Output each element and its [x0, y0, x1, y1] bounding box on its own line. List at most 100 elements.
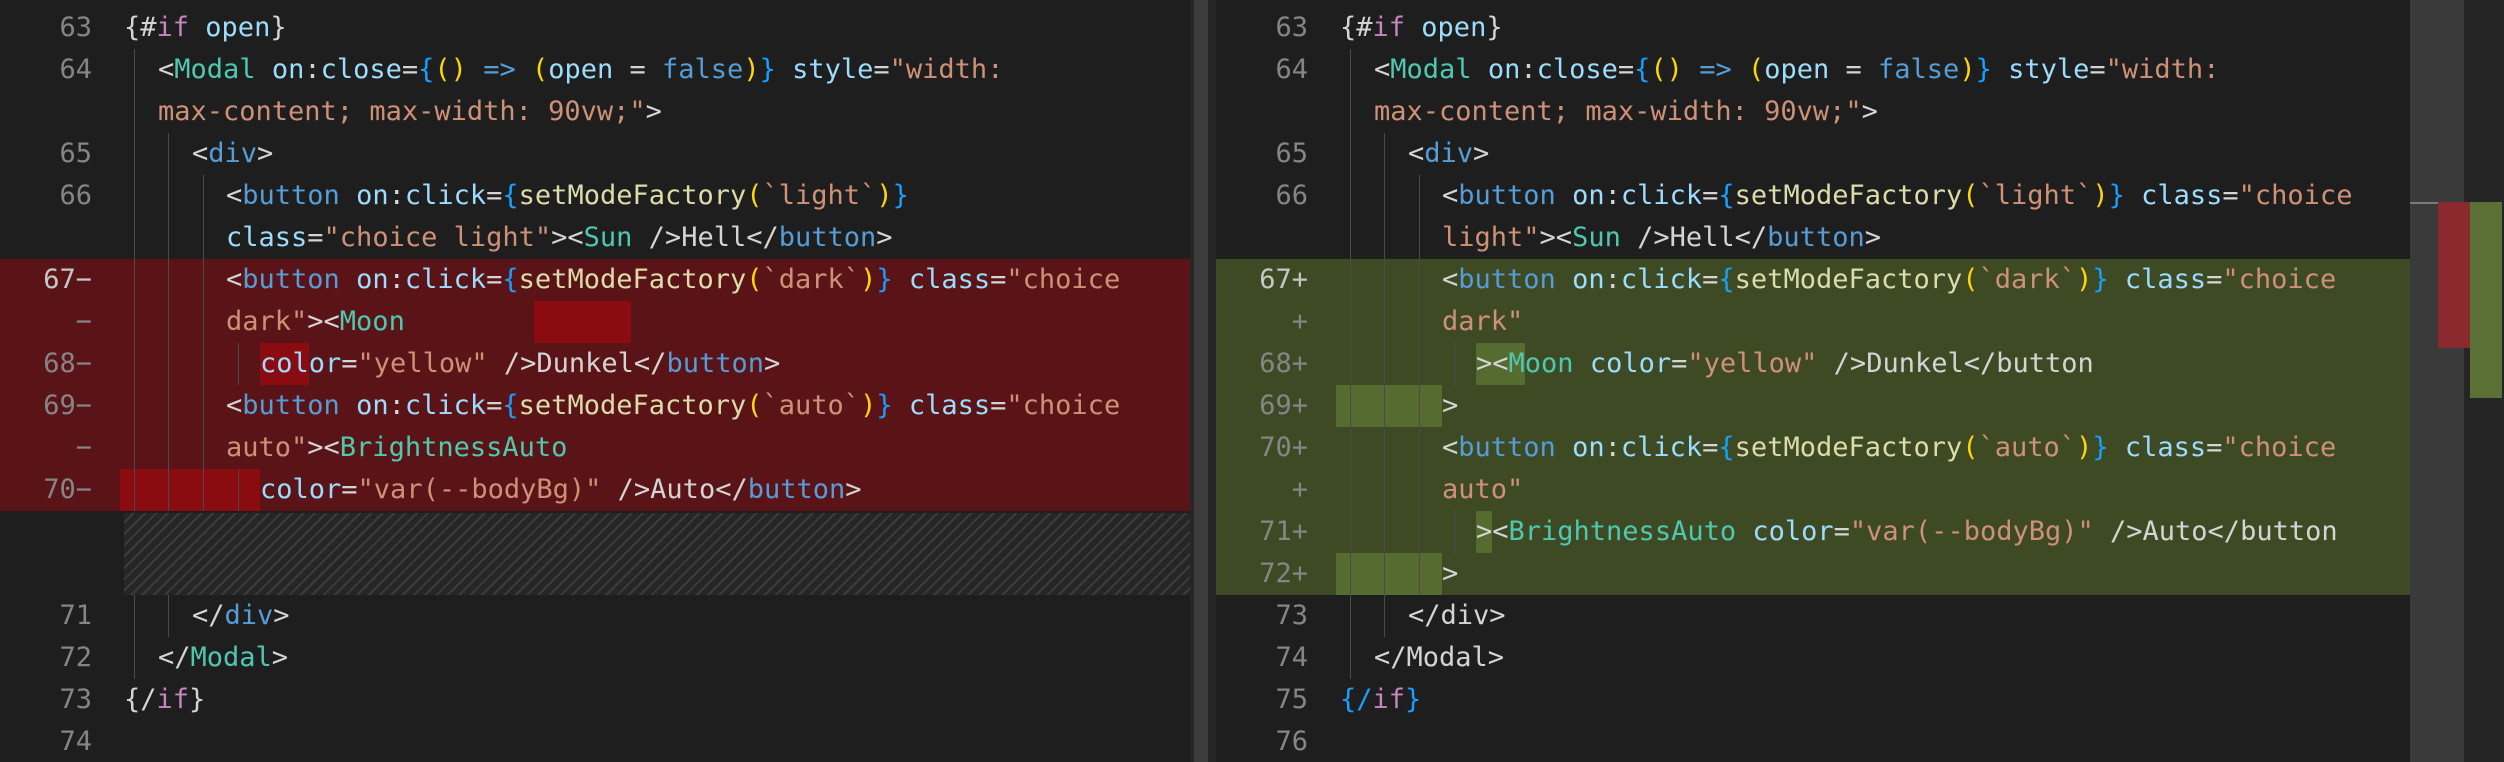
code-text[interactable]: <button on:click={setModeFactory(`dark`)…: [1442, 259, 2336, 301]
code-token: (: [1731, 54, 1765, 85]
diff-line[interactable]: 67+ <button on:click={setModeFactory(`dar…: [1216, 259, 2410, 301]
code-token: on: [356, 264, 389, 295]
code-text[interactable]: dark"><Moon: [226, 301, 405, 343]
code-token: color: [260, 348, 342, 379]
diff-line[interactable]: 72 </Modal>: [0, 637, 1190, 679]
diff-line[interactable]: 70− color="var(--bodyBg)" />Auto</button>: [0, 469, 1190, 511]
diff-line[interactable]: − auto"><BrightnessAuto: [0, 427, 1190, 469]
line-number: 71+: [1259, 516, 1308, 547]
code-text[interactable]: <div>: [192, 133, 273, 175]
code-text[interactable]: <button on:click={setModeFactory(`light`…: [1442, 175, 2352, 217]
code-text[interactable]: <div>: [1408, 133, 1489, 175]
overview-ruler[interactable]: [2410, 0, 2504, 762]
splitter-handle[interactable]: [1194, 0, 1208, 762]
code-token: open: [1764, 54, 1830, 85]
diff-line[interactable]: max-content; max-width: 90vw;">: [1216, 91, 2410, 133]
code-text[interactable]: {/if}: [124, 679, 205, 721]
diff-line[interactable]: 74: [0, 721, 1190, 762]
code-text[interactable]: auto"><BrightnessAuto: [226, 427, 567, 469]
diff-line[interactable]: 69+ >: [1216, 385, 2410, 427]
code-token: "var(--bodyBg)": [357, 474, 602, 505]
code-text[interactable]: </Modal>: [158, 637, 288, 679]
diff-line[interactable]: − dark"><Moon: [0, 301, 1190, 343]
diff-line[interactable]: light"><Sun />Hell</button>: [1216, 217, 2410, 259]
code-token: =: [2206, 264, 2223, 295]
diff-line[interactable]: + dark": [1216, 301, 2410, 343]
code-text[interactable]: {#if open}: [1340, 7, 1503, 49]
code-text[interactable]: >: [1442, 553, 1458, 595]
diff-line[interactable]: 72+ >: [1216, 553, 2410, 595]
original-editor-pane[interactable]: 63 {#if open} 64 <Modal on:close={() => (op…: [0, 0, 1190, 762]
diff-line[interactable]: 75 {/if}: [1216, 679, 2410, 721]
code-text[interactable]: ><BrightnessAuto color="var(--bodyBg)" /…: [1476, 511, 2338, 553]
code-token: </div>: [1408, 600, 1506, 631]
line-number: 74: [59, 726, 92, 757]
code-token: ><: [307, 432, 340, 463]
diff-line[interactable]: 65 <div>: [0, 133, 1190, 175]
diff-line[interactable]: 73 {/if}: [0, 679, 1190, 721]
diff-line[interactable]: 67− <button on:click={setModeFactory(`dar…: [0, 259, 1190, 301]
code-text[interactable]: {/if}: [1340, 679, 1421, 721]
code-token: </: [633, 348, 667, 379]
diff-line[interactable]: 68− color="yellow" />Dunkel</button>: [0, 343, 1190, 385]
diff-line[interactable]: 65 <div>: [1216, 133, 2410, 175]
diff-line[interactable]: 68+ ><Moon color="yellow" />Dunkel</butto…: [1216, 343, 2410, 385]
code-token: Dunkel: [536, 348, 634, 379]
code-text[interactable]: {#if open}: [124, 7, 287, 49]
code-token: >: [1442, 558, 1459, 589]
diff-line[interactable]: max-content; max-width: 90vw;">: [0, 91, 1190, 133]
line-number: [0, 91, 92, 133]
diff-line[interactable]: 71+ ><BrightnessAuto color="var(--bodyBg)…: [1216, 511, 2410, 553]
code-token: class: [908, 390, 991, 421]
diff-line[interactable]: 73 </div>: [1216, 595, 2410, 637]
code-token: }: [2108, 180, 2125, 211]
code-text[interactable]: color="yellow" />Dunkel</button>: [260, 343, 780, 385]
modified-editor-pane[interactable]: 63 {#if open} 64 <Modal on:close={() => (op…: [1216, 0, 2410, 762]
code-text[interactable]: auto": [1442, 469, 1523, 511]
code-token: =: [486, 180, 503, 211]
diff-splitter[interactable]: [1190, 0, 1216, 762]
diff-line[interactable]: 71 </div>: [0, 595, 1190, 637]
code-text[interactable]: </div>: [1408, 595, 1506, 637]
code-text[interactable]: max-content; max-width: 90vw;">: [158, 91, 662, 133]
code-text[interactable]: ><Moon color="yellow" />Dunkel</button: [1476, 343, 2094, 385]
code-token: button: [1458, 180, 1556, 211]
diff-line[interactable]: + auto": [1216, 469, 2410, 511]
diff-line[interactable]: 63 {#if open}: [1216, 7, 2410, 49]
code-text[interactable]: <button on:click={setModeFactory(`auto`)…: [226, 385, 1120, 427]
scrollbar-slider[interactable]: [2410, 0, 2464, 762]
diff-line[interactable]: 66 <button on:click={setModeFactory(`ligh…: [1216, 175, 2410, 217]
line-number: 70+: [1259, 432, 1308, 463]
diff-line[interactable]: 70+ <button on:click={setModeFactory(`aut…: [1216, 427, 2410, 469]
code-token: (: [1962, 432, 1979, 463]
code-text[interactable]: <button on:click={setModeFactory(`light`…: [226, 175, 909, 217]
code-text[interactable]: <Modal on:close={() => (open = false)} s…: [1374, 49, 2219, 91]
code-text[interactable]: class="choice light"><Sun />Hell</button…: [226, 217, 893, 259]
diff-line[interactable]: 64 <Modal on:close={() => (open = false)}…: [0, 49, 1190, 91]
code-token: `auto`: [762, 390, 861, 421]
code-text[interactable]: </div>: [192, 595, 290, 637]
code-text[interactable]: dark": [1442, 301, 1523, 343]
diff-line[interactable]: 76: [1216, 721, 2410, 762]
diff-line[interactable]: 63 {#if open}: [0, 7, 1190, 49]
code-text[interactable]: <Modal on:close={() => (open = false)} s…: [158, 49, 1003, 91]
diff-line[interactable]: 66 <button on:click={setModeFactory(`ligh…: [0, 175, 1190, 217]
code-text[interactable]: </Modal>: [1374, 637, 1504, 679]
code-text[interactable]: light"><Sun />Hell</button>: [1442, 217, 1881, 259]
diff-line[interactable]: 64 <Modal on:close={() => (open = false)}…: [1216, 49, 2410, 91]
code-text[interactable]: >: [1442, 385, 1458, 427]
code-text[interactable]: color="var(--bodyBg)" />Auto</button>: [260, 469, 862, 511]
code-token: >: [1864, 222, 1881, 253]
line-number: 67−: [43, 264, 92, 295]
code-text[interactable]: max-content; max-width: 90vw;">: [1374, 91, 1878, 133]
diff-line[interactable]: 74 </Modal>: [1216, 637, 2410, 679]
code-text[interactable]: <button on:click={setModeFactory(`auto`)…: [1442, 427, 2336, 469]
diff-line[interactable]: 69− <button on:click={setModeFactory(`aut…: [0, 385, 1190, 427]
code-text[interactable]: <button on:click={setModeFactory(`dark`)…: [226, 259, 1120, 301]
indent-guide: [1384, 133, 1385, 637]
diff-line[interactable]: class="choice light"><Sun />Hell</button…: [0, 217, 1190, 259]
code-token: (): [1650, 54, 1700, 85]
